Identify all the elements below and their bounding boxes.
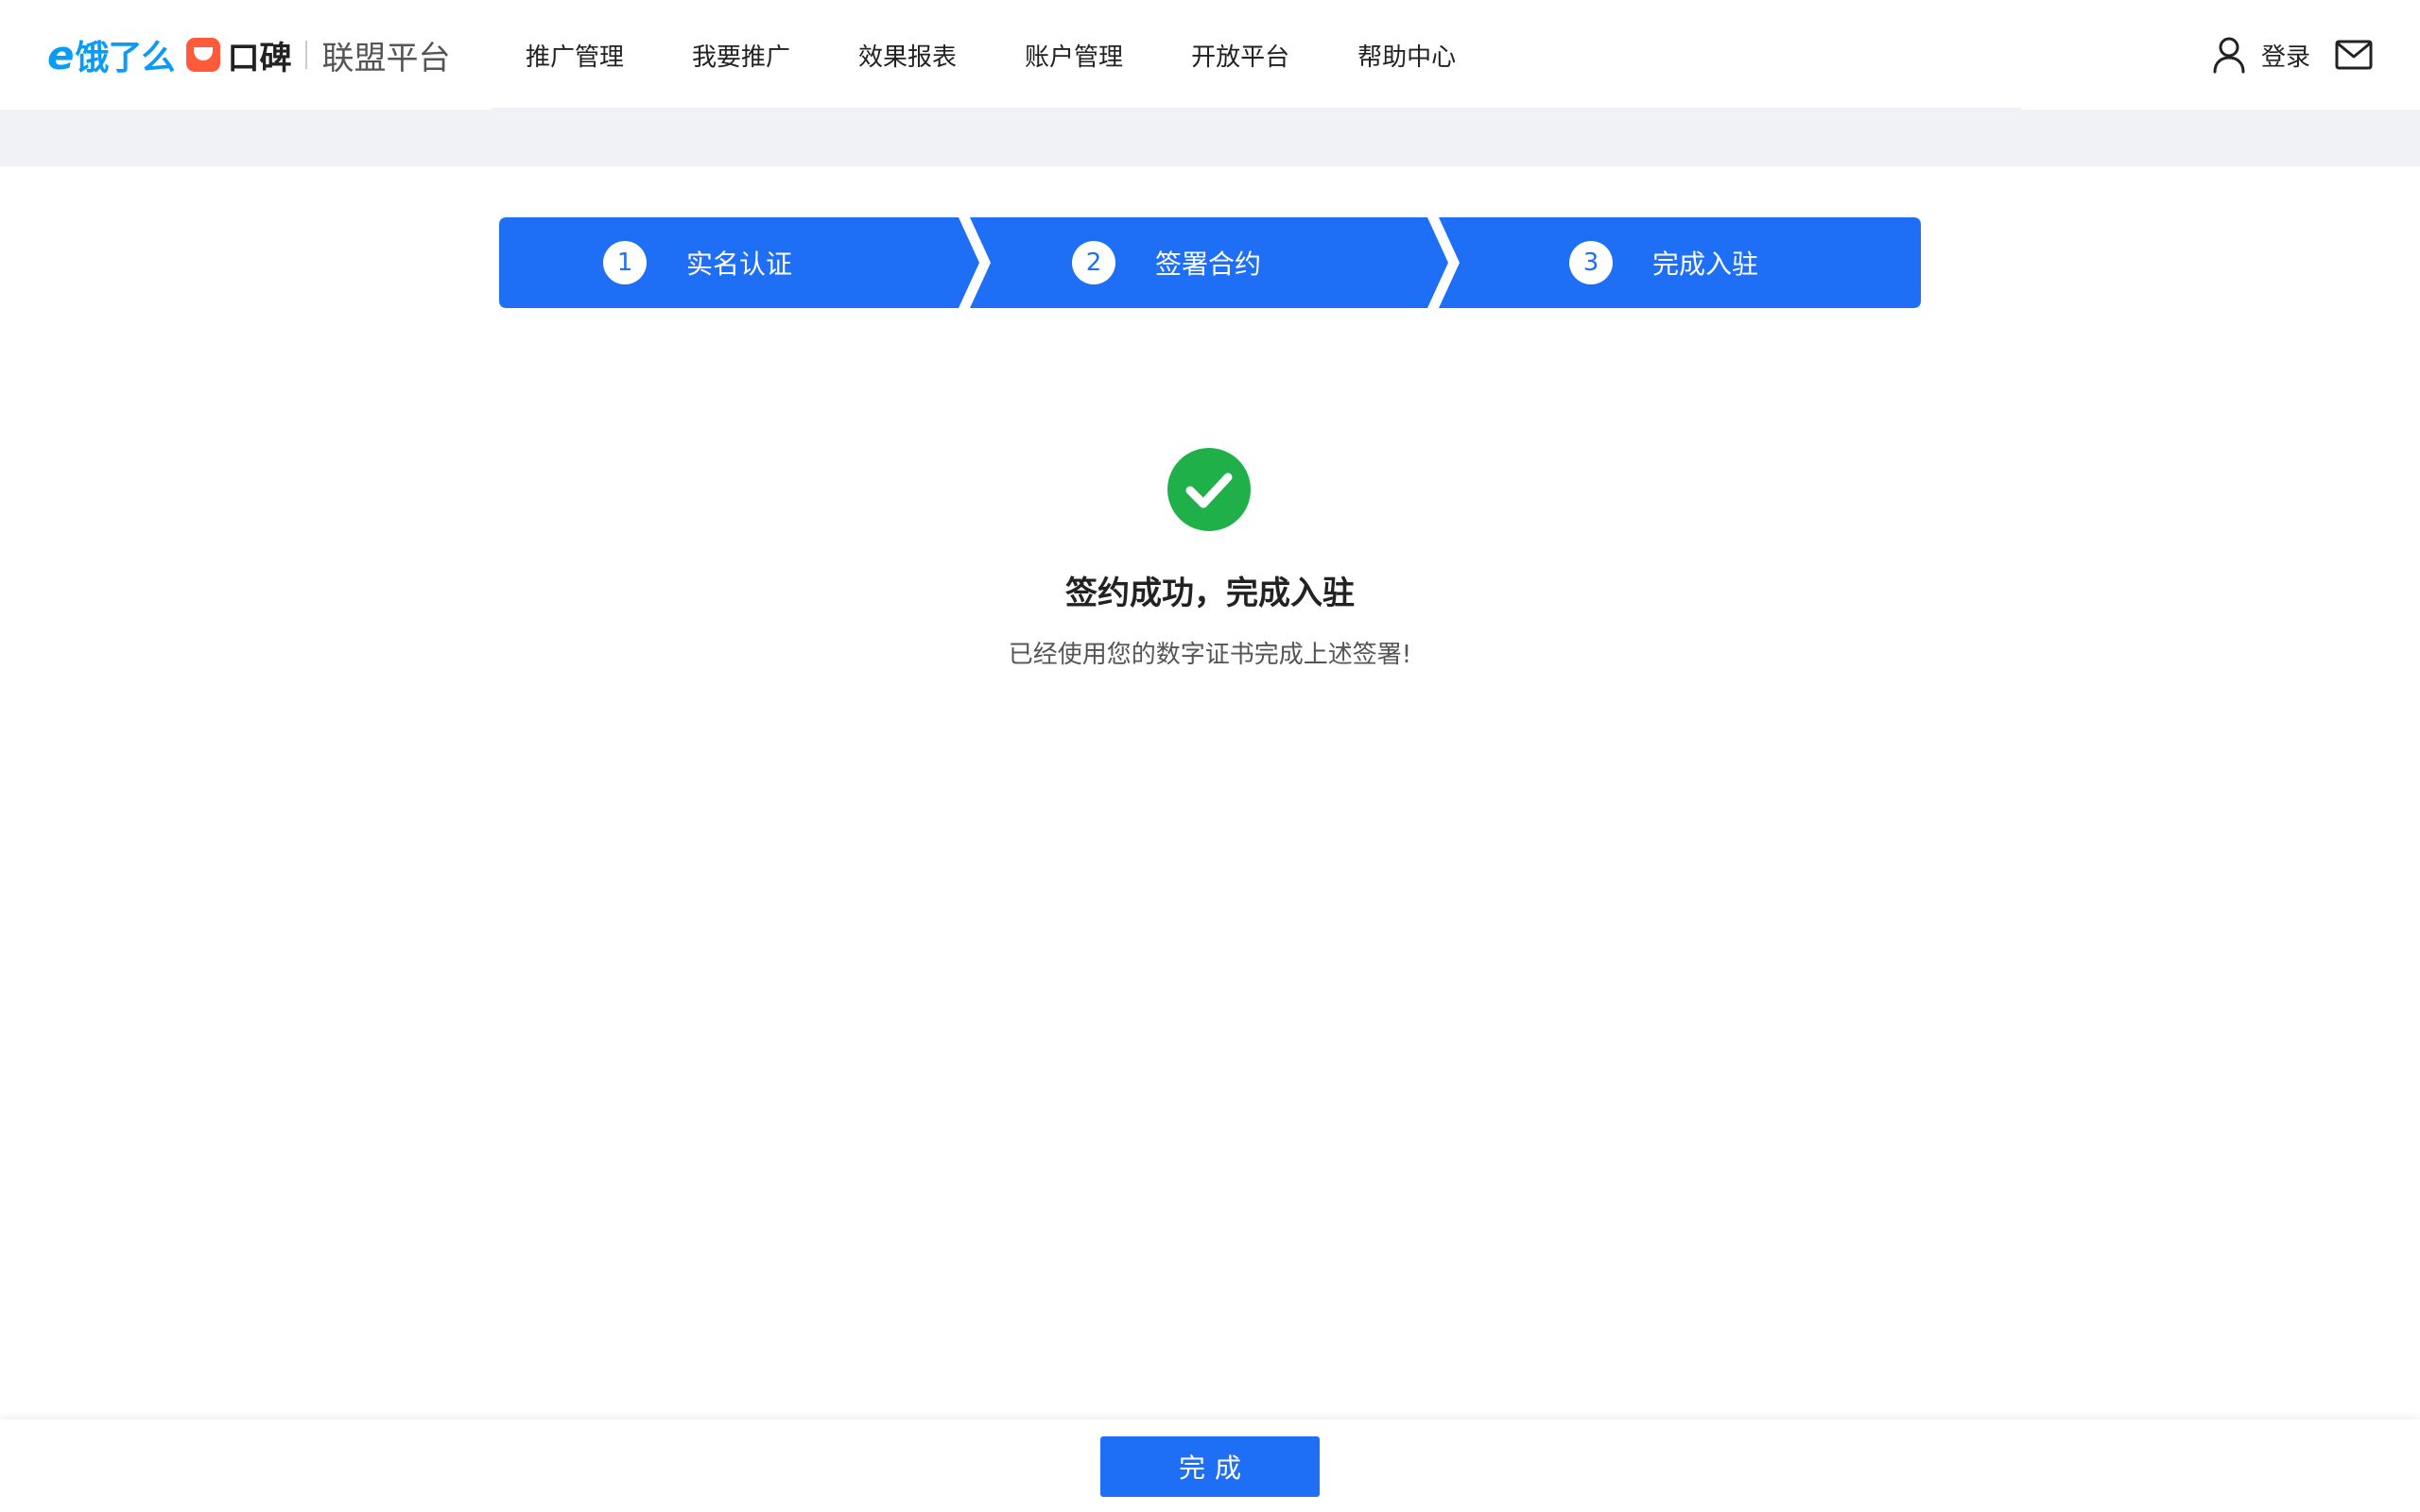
sub-header-band <box>0 110 2420 166</box>
step-3: 3 完成入驻 <box>1569 217 1758 308</box>
nav-item-help-center[interactable]: 帮助中心 <box>1323 38 1490 73</box>
nav-item-account-management[interactable]: 账户管理 <box>991 38 1157 73</box>
result-title: 签约成功，完成入驻 <box>1065 575 1355 612</box>
result-description: 已经使用您的数字证书完成上述签署! <box>1008 641 1412 669</box>
nav-item-start-promotion[interactable]: 我要推广 <box>658 38 824 73</box>
eleme-logo: e 饿了么 <box>47 30 176 79</box>
logo-divider <box>304 41 307 69</box>
koubei-logo-text: 口碑 <box>227 39 292 77</box>
progress-steps: 1 实名认证 2 签署合约 3 完成入驻 <box>499 217 1921 308</box>
platform-name: 联盟平台 <box>321 39 451 77</box>
step-1-number: 1 <box>603 241 647 284</box>
koubei-logo: 口碑 <box>185 32 292 78</box>
nav-item-promotion-management[interactable]: 推广管理 <box>492 38 658 73</box>
login-link[interactable]: 登录 <box>2261 38 2310 73</box>
step-3-number: 3 <box>1569 241 1613 284</box>
nav-item-open-platform[interactable]: 开放平台 <box>1157 38 1323 73</box>
top-header: e 饿了么 口碑 联盟平台 推广管理 我要推广 效果报表 账户管理 开放平台 帮… <box>0 0 2420 110</box>
step-1: 1 实名认证 <box>603 217 792 308</box>
step-2: 2 签署合约 <box>1072 217 1261 308</box>
user-icon[interactable] <box>2212 36 2246 74</box>
header-actions: 登录 <box>2212 34 2373 76</box>
logo[interactable]: e 饿了么 口碑 联盟平台 <box>47 30 451 79</box>
step-1-label: 实名认证 <box>686 249 793 280</box>
step-2-label: 签署合约 <box>1155 249 1262 280</box>
check-circle-icon <box>1167 448 1251 531</box>
koubei-logo-icon <box>185 38 220 72</box>
eleme-logo-text: 饿了么 <box>75 39 176 77</box>
main-nav: 推广管理 我要推广 效果报表 账户管理 开放平台 帮助中心 <box>492 0 1490 110</box>
done-button[interactable]: 完成 <box>1100 1436 1320 1497</box>
step-3-label: 完成入驻 <box>1652 249 1759 280</box>
footer-bar: 完成 <box>0 1419 2420 1512</box>
step-2-number: 2 <box>1072 241 1115 284</box>
nav-item-reports[interactable]: 效果报表 <box>824 38 991 73</box>
mail-icon[interactable] <box>2335 40 2373 70</box>
eleme-logo-mark: e <box>47 31 74 78</box>
